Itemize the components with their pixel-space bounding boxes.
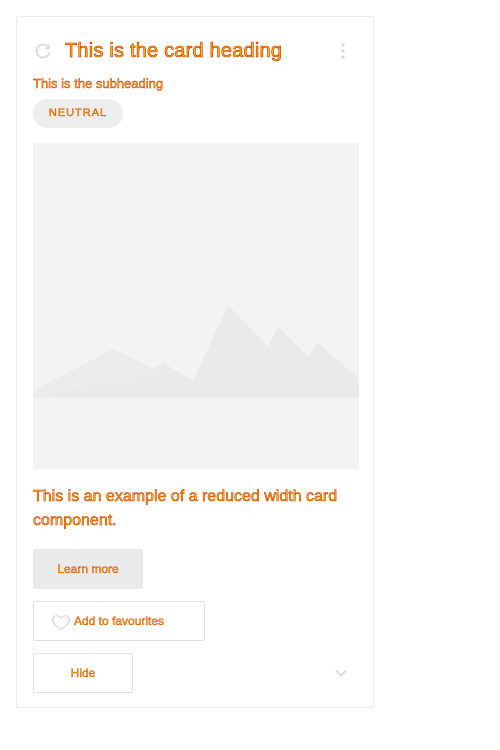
more-vertical-icon[interactable] — [333, 41, 353, 61]
card-subheading: This is the subheading — [33, 76, 164, 91]
status-chip: NEUTRAL — [33, 99, 123, 128]
learn-more-button[interactable]: Learn more — [33, 549, 143, 589]
add-to-favourites-button[interactable]: Add to favourites — [33, 601, 205, 641]
heart-outline-icon — [51, 612, 71, 632]
card: This is the card heading This is the sub… — [16, 16, 374, 708]
add-to-favourites-label: Add to favourites — [74, 614, 165, 628]
image-placeholder-icon — [33, 143, 359, 469]
card-body-text: This is an example of a reduced width ca… — [33, 488, 338, 530]
hide-button[interactable]: Hide — [33, 653, 133, 693]
card-header: This is the card heading — [33, 37, 357, 65]
chevron-down-icon[interactable] — [331, 663, 351, 683]
card-title: This is the card heading — [65, 40, 283, 63]
refresh-icon[interactable] — [33, 41, 53, 61]
